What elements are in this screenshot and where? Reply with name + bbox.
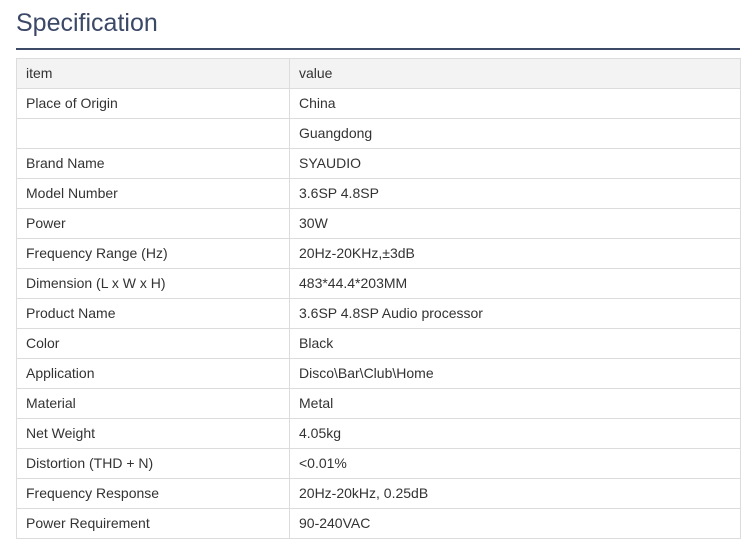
spec-heading: Specification [16,0,740,50]
table-row: Frequency Range (Hz) 20Hz-20KHz,±3dB [16,238,741,269]
value-cell: 483*44.4*203MM [289,268,741,299]
item-cell: Net Weight [16,418,290,449]
value-cell: 3.6SP 4.8SP Audio processor [289,298,741,329]
table-row: Model Number 3.6SP 4.8SP [16,178,741,209]
value-cell: 90-240VAC [289,508,741,539]
value-cell: Black [289,328,741,359]
value-cell: China [289,88,741,119]
item-cell: Dimension (L x W x H) [16,268,290,299]
column-header-value: value [289,58,741,89]
value-cell: Disco\Bar\Club\Home [289,358,741,389]
item-cell: Power [16,208,290,239]
value-cell: SYAUDIO [289,148,741,179]
value-cell: 20Hz-20KHz,±3dB [289,238,741,269]
page-title: Specification [16,9,158,37]
value-cell: <0.01% [289,448,741,479]
table-header-row: item value [16,58,741,89]
table-row: Power 30W [16,208,741,239]
value-cell: Metal [289,388,741,419]
column-header-item: item [16,58,290,89]
item-cell: Material [16,388,290,419]
item-cell: Place of Origin [16,88,290,119]
value-cell: Guangdong [289,118,741,149]
item-cell: Frequency Range (Hz) [16,238,290,269]
item-cell [16,118,290,149]
table-row: Net Weight 4.05kg [16,418,741,449]
table-row: Dimension (L x W x H) 483*44.4*203MM [16,268,741,299]
value-cell: 30W [289,208,741,239]
table-row: Product Name 3.6SP 4.8SP Audio processor [16,298,741,329]
value-cell: 20Hz-20kHz, 0.25dB [289,478,741,509]
table-row: Material Metal [16,388,741,419]
item-cell: Color [16,328,290,359]
item-cell: Model Number [16,178,290,209]
item-cell: Power Requirement [16,508,290,539]
value-cell: 3.6SP 4.8SP [289,178,741,209]
item-cell: Brand Name [16,148,290,179]
item-cell: Application [16,358,290,389]
table-row: Frequency Response 20Hz-20kHz, 0.25dB [16,478,741,509]
item-cell: Distortion (THD + N) [16,448,290,479]
spec-table: item value Place of Origin China Guangdo… [16,58,741,539]
item-cell: Product Name [16,298,290,329]
table-row: Color Black [16,328,741,359]
table-row: Brand Name SYAUDIO [16,148,741,179]
table-row: Place of Origin China [16,88,741,119]
value-cell: 4.05kg [289,418,741,449]
table-row: Guangdong [16,118,741,149]
table-row: Distortion (THD + N) <0.01% [16,448,741,479]
item-cell: Frequency Response [16,478,290,509]
table-row: Power Requirement 90-240VAC [16,508,741,539]
table-row: Application Disco\Bar\Club\Home [16,358,741,389]
